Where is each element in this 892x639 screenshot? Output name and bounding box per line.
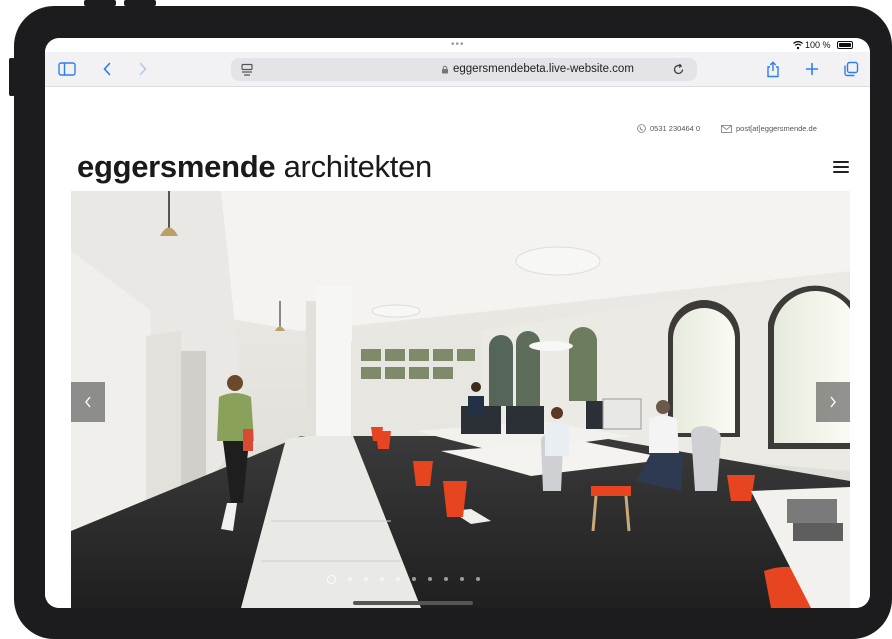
multitasking-dots[interactable]: ••• — [451, 39, 465, 50]
phone-number: 0531 230464 0 — [650, 124, 701, 133]
menu-icon[interactable] — [833, 161, 849, 173]
lock-icon — [442, 65, 448, 74]
web-page: 0531 230464 0 post[at]eggersmende.de egg… — [45, 87, 870, 608]
logo-light-text: architekten — [283, 149, 433, 184]
slider-dot[interactable] — [396, 577, 400, 581]
site-logo[interactable]: eggersmende architekten — [77, 149, 432, 185]
slider-dot[interactable] — [460, 577, 464, 581]
status-bar: ••• 100 % — [45, 38, 870, 52]
hero-image — [71, 191, 850, 608]
mail-icon — [721, 124, 732, 133]
slider-dot[interactable] — [364, 577, 368, 581]
slider-prev-button[interactable] — [71, 382, 105, 422]
home-indicator[interactable] — [353, 601, 473, 605]
sidebar-icon[interactable] — [57, 60, 77, 78]
slider-next-button[interactable] — [816, 382, 850, 422]
reader-icon[interactable] — [240, 63, 254, 77]
battery-percent: 100 % — [805, 40, 831, 50]
logo-bold-text: eggersmende — [77, 149, 276, 184]
tabs-icon[interactable] — [841, 60, 861, 78]
slider-dot[interactable] — [412, 577, 416, 581]
battery-icon — [837, 41, 853, 49]
slider-dot[interactable] — [380, 577, 384, 581]
slider-dot[interactable] — [327, 575, 336, 584]
slider-pagination — [327, 575, 480, 584]
phone-icon — [637, 124, 646, 133]
email-address: post[at]eggersmende.de — [736, 124, 817, 133]
slider-dot[interactable] — [348, 577, 352, 581]
contact-phone[interactable]: 0531 230464 0 — [637, 124, 700, 133]
contact-email[interactable]: post[at]eggersmende.de — [721, 124, 817, 133]
volume-button — [124, 0, 156, 6]
chevron-right-icon — [830, 396, 836, 408]
url-text: eggersmendebeta.live-website.com — [453, 63, 634, 75]
chevron-left-icon — [85, 396, 91, 408]
slider-dot[interactable] — [428, 577, 432, 581]
back-icon[interactable] — [97, 60, 117, 78]
share-icon[interactable] — [763, 60, 783, 78]
address-bar[interactable]: eggersmendebeta.live-website.com — [231, 58, 697, 81]
slider-dot[interactable] — [476, 577, 480, 581]
volume-button — [84, 0, 116, 6]
side-button — [9, 58, 15, 96]
screen: ••• 100 % eggersmendebeta.live-website.c… — [45, 38, 870, 608]
hero-slider[interactable] — [71, 191, 850, 608]
wifi-icon — [793, 41, 803, 50]
reload-icon[interactable] — [672, 63, 685, 76]
browser-toolbar: eggersmendebeta.live-website.com — [45, 52, 870, 87]
new-tab-icon[interactable] — [802, 60, 822, 78]
slider-dot[interactable] — [444, 577, 448, 581]
forward-icon[interactable] — [133, 60, 153, 78]
